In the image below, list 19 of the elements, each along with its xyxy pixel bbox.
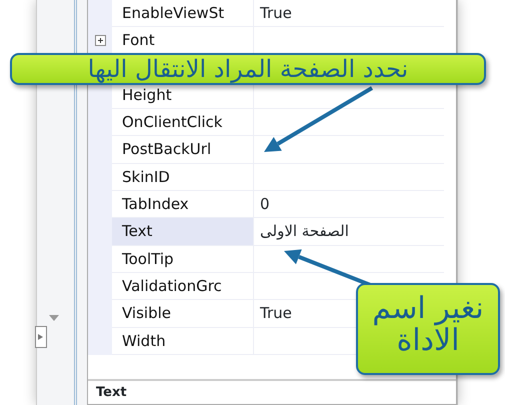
callout-tooltip: نغير اسم الاداة <box>356 283 500 375</box>
property-name[interactable]: PostBackUrl <box>112 136 254 164</box>
property-name[interactable]: ToolTip <box>112 246 254 273</box>
property-name[interactable]: OnClientClick <box>112 109 254 136</box>
property-name[interactable]: EnableViewSt <box>112 0 254 28</box>
property-name[interactable]: Text <box>112 218 254 246</box>
row-gutter <box>88 328 112 355</box>
property-name[interactable]: Visible <box>112 300 254 328</box>
property-name[interactable]: ValidationGrc <box>112 272 254 300</box>
property-value[interactable]: True <box>254 0 444 28</box>
property-value[interactable]: الصفحة الاولى <box>254 218 444 246</box>
scroll-right-icon[interactable] <box>35 326 47 348</box>
callout-tooltip: نحدد الصفحة المراد الانتقال اليها <box>10 53 486 85</box>
property-value[interactable]: 0 <box>254 191 444 218</box>
property-name[interactable]: SkinID <box>112 164 254 192</box>
property-name[interactable]: Width <box>112 328 254 355</box>
description-title: Text <box>88 378 456 404</box>
scroll-down-icon[interactable] <box>49 315 59 321</box>
expand-icon[interactable] <box>94 35 106 46</box>
